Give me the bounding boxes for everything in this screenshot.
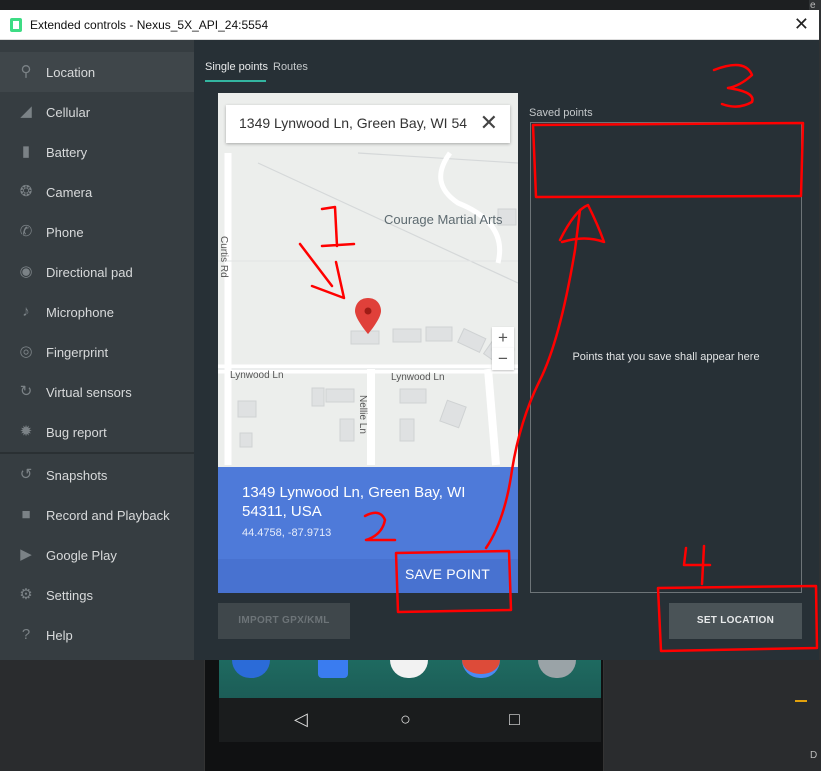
title-bar: Extended controls - Nexus_5X_API_24:5554… [0, 10, 819, 40]
virtual-sensors-icon: ↻ [19, 383, 33, 400]
map-poi-label: Courage Martial Arts [384, 212, 503, 227]
sidebar-item-location[interactable]: ⚲ Location [0, 52, 194, 92]
window-title: Extended controls - Nexus_5X_API_24:5554 [30, 18, 269, 32]
ide-marker [795, 700, 807, 702]
street-label-lynwood-east: Lynwood Ln [391, 372, 445, 383]
ide-side-tab-bottom: D [810, 750, 818, 761]
recents-nav-icon[interactable]: □ [509, 709, 520, 729]
sidebar-item-label: Fingerprint [46, 344, 109, 360]
sidebar-item-label: Bug report [46, 424, 107, 440]
fingerprint-icon: ◎ [19, 343, 33, 360]
set-location-button[interactable]: SET LOCATION [669, 603, 802, 639]
home-nav-icon[interactable]: ○ [400, 709, 411, 729]
close-icon[interactable]: ✕ [794, 14, 809, 34]
phone-icon: ✆ [19, 223, 33, 240]
sidebar-item-snapshots[interactable]: ↺ Snapshots [0, 455, 194, 495]
videocam-icon: ■ [21, 506, 31, 523]
android-emulator-icon [10, 18, 22, 32]
history-icon: ↺ [19, 466, 33, 483]
help-icon: ? [21, 626, 31, 643]
sidebar-item-phone[interactable]: ✆ Phone [0, 212, 194, 252]
battery-icon: ▮ [21, 143, 31, 160]
zoom-out-button[interactable]: − [492, 348, 514, 370]
sidebar-item-settings[interactable]: ⚙ Settings [0, 575, 194, 615]
bug-icon: ✹ [19, 423, 33, 440]
active-tab-indicator [205, 80, 266, 82]
street-label-curtis: Curtis Rd [218, 236, 229, 278]
sidebar-item-label: Help [46, 627, 73, 643]
sidebar-item-label: Record and Playback [46, 507, 170, 523]
sidebar-divider [0, 452, 194, 454]
microphone-icon: ♪ [22, 303, 30, 320]
location-pin-icon: ⚲ [20, 63, 32, 80]
tab-single-points[interactable]: Single points [205, 61, 268, 73]
sidebar-item-camera[interactable]: ❂ Camera [0, 172, 194, 212]
clear-search-icon[interactable]: ✕ [480, 111, 498, 135]
camera-aperture-icon: ❂ [19, 183, 33, 200]
sidebar-item-label: Phone [46, 224, 84, 240]
sidebar-item-label: Cellular [46, 104, 91, 120]
tab-routes[interactable]: Routes [273, 61, 308, 73]
back-nav-icon[interactable]: ◁ [294, 709, 308, 729]
zoom-in-button[interactable]: + [492, 327, 514, 349]
sidebar-item-label: Settings [46, 587, 93, 603]
selected-coordinates: 44.4758, -87.9713 [242, 527, 332, 539]
location-search-box[interactable]: 1349 Lynwood Ln, Green Bay, WI 54 ✕ [226, 105, 510, 143]
import-gpx-kml-button[interactable]: IMPORT GPX/KML [218, 603, 350, 639]
sidebar-item-help[interactable]: ? Help [0, 615, 194, 655]
sidebar-item-directional-pad[interactable]: ◉ Directional pad [0, 252, 194, 292]
saved-points-label: Saved points [529, 107, 593, 119]
dock-docs-icon[interactable] [318, 660, 348, 678]
sidebar-item-fingerprint[interactable]: ◎ Fingerprint [0, 332, 194, 372]
sidebar-item-label: Snapshots [46, 467, 108, 483]
google-play-icon: ▶ [20, 546, 32, 563]
sidebar-item-google-play[interactable]: ▶ Google Play [0, 535, 194, 575]
location-search-input[interactable]: 1349 Lynwood Ln, Green Bay, WI 54 [239, 115, 469, 131]
sidebar-item-record-and-playback[interactable]: ■ Record and Playback [0, 495, 194, 535]
gear-icon: ⚙ [19, 586, 33, 603]
street-label-nellie: Nellie Ln [357, 395, 368, 434]
sidebar-item-bug-report[interactable]: ✹ Bug report [0, 412, 194, 452]
sidebar-item-label: Google Play [46, 547, 117, 563]
dpad-icon: ◉ [19, 263, 33, 280]
sidebar-item-label: Directional pad [46, 264, 133, 280]
sidebar-item-virtual-sensors[interactable]: ↻ Virtual sensors [0, 372, 194, 412]
save-point-button[interactable]: SAVE POINT [405, 566, 490, 582]
sidebar-item-battery[interactable]: ▮ Battery [0, 132, 194, 172]
desktop-background [0, 0, 821, 10]
street-label-lynwood-west: Lynwood Ln [230, 370, 284, 381]
sidebar-item-microphone[interactable]: ♪ Microphone [0, 292, 194, 332]
cellular-signal-icon: ◢ [20, 103, 32, 120]
sidebar-item-label: Battery [46, 144, 88, 160]
sidebar-item-label: Microphone [46, 304, 114, 320]
sidebar-item-cellular[interactable]: ◢ Cellular [0, 92, 194, 132]
sidebar-item-label: Virtual sensors [46, 384, 132, 400]
sidebar-item-label: Camera [46, 184, 93, 200]
sidebar-item-label: Location [46, 64, 96, 80]
selected-location-panel: 1349 Lynwood Ln, Green Bay, WI 54311, US… [218, 467, 518, 559]
selected-address: 1349 Lynwood Ln, Green Bay, WI 54311, US… [242, 484, 466, 520]
saved-points-empty-text: Points that you save shall appear here [572, 351, 760, 363]
